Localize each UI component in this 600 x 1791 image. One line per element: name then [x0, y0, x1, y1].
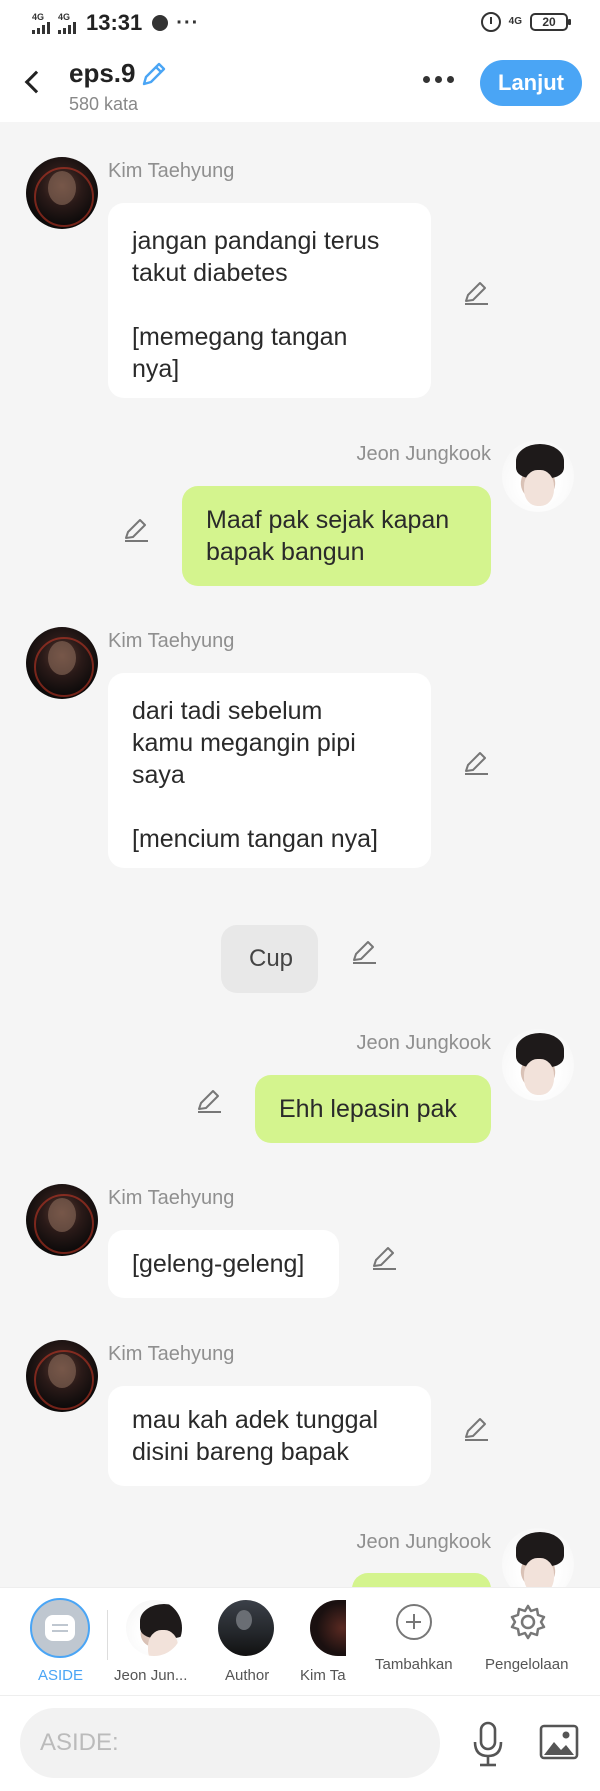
character-label: Author [225, 1667, 270, 1684]
character-avatar-author[interactable] [218, 1600, 274, 1656]
leaf-icon [152, 15, 169, 31]
edit-message-icon[interactable] [349, 936, 379, 966]
message-bubble[interactable]: jangan pandangi terus takut diabetes [me… [108, 203, 431, 398]
edit-message-icon[interactable] [121, 514, 151, 544]
edit-title-icon[interactable] [138, 58, 170, 90]
signal-2-label: 4G [58, 11, 71, 22]
network-4g-label: 4G [508, 16, 522, 27]
gear-icon [510, 1604, 546, 1640]
speaker-name: Kim Taehyung [108, 160, 235, 182]
edit-message-icon[interactable] [461, 1413, 491, 1443]
avatar-jeon-jungkook[interactable] [502, 1029, 574, 1101]
aside-input[interactable] [20, 1708, 440, 1778]
avatar-kim-taehyung[interactable] [26, 627, 98, 699]
character-label: Jeon Jun... [114, 1667, 188, 1684]
input-bar [0, 1695, 600, 1791]
status-bar: 4G 4G 13:31 ··· 4G 20 [0, 0, 600, 46]
plus-circle-icon [396, 1604, 432, 1640]
manage-label: Pengelolaan [485, 1656, 569, 1673]
more-dot-icon [434, 75, 442, 83]
edit-message-icon[interactable] [369, 1242, 399, 1272]
character-selector-bar: ASIDE Jeon Jun... Author Kim Ta Tambahka… [0, 1587, 600, 1696]
speaker-name: Jeon Jungkook [356, 1032, 491, 1054]
alarm-icon [480, 12, 501, 32]
add-label: Tambahkan [375, 1656, 453, 1673]
edit-message-icon[interactable] [461, 277, 491, 307]
more-options-button[interactable] [416, 64, 460, 94]
more-notifications-icon: ··· [176, 11, 200, 34]
scroll-fade [346, 1588, 350, 1696]
next-button[interactable]: Lanjut [480, 60, 582, 106]
battery-level: 20 [542, 15, 556, 29]
edit-message-icon[interactable] [194, 1085, 224, 1115]
character-avatar-jeon-jungkook[interactable] [126, 1600, 182, 1656]
status-time: 13:31 [86, 10, 143, 35]
signal-strength-1: 4G [32, 11, 50, 34]
speaker-name: Kim Taehyung [108, 630, 235, 652]
chevron-left-icon [24, 70, 48, 94]
edit-message-icon[interactable] [461, 747, 491, 777]
avatar-jeon-jungkook[interactable] [502, 440, 574, 512]
speaker-name: Kim Taehyung [108, 1187, 235, 1209]
aside-bubble[interactable]: Cup [221, 925, 318, 993]
aside-character-button[interactable] [30, 1598, 90, 1658]
speaker-name: Jeon Jungkook [356, 443, 491, 465]
battery-icon: 20 [530, 13, 571, 31]
message-bubble[interactable]: Ehh lepasin pak [255, 1075, 491, 1143]
image-icon[interactable] [538, 1722, 580, 1762]
avatar-kim-taehyung[interactable] [26, 1184, 98, 1256]
avatar-kim-taehyung[interactable] [26, 1340, 98, 1412]
more-dot-icon [446, 75, 454, 83]
chat-bubble-icon [45, 1615, 75, 1641]
character-avatar-kim-taehyung[interactable] [310, 1600, 346, 1656]
avatar-kim-taehyung[interactable] [26, 157, 98, 229]
microphone-icon[interactable] [468, 1720, 508, 1768]
signal-1-label: 4G [32, 11, 45, 22]
signal-strength-2: 4G [58, 11, 76, 34]
word-count: 580 kata [69, 94, 139, 114]
aside-label: ASIDE [38, 1667, 84, 1684]
message-bubble[interactable]: dari tadi sebelum kamu megangin pipi say… [108, 673, 431, 868]
episode-title: eps.9 [69, 58, 136, 88]
more-dot-icon [422, 75, 430, 83]
speaker-name: Jeon Jungkook [356, 1531, 491, 1553]
message-bubble[interactable]: Maaf pak sejak kapan bapak bangun [182, 486, 491, 586]
speaker-name: Kim Taehyung [108, 1343, 235, 1365]
message-bubble[interactable]: mau kah adek tunggal disini bareng bapak [108, 1386, 431, 1486]
back-button[interactable] [14, 62, 54, 102]
character-label: Kim Ta [300, 1667, 346, 1684]
message-bubble[interactable]: [geleng-geleng] [108, 1230, 339, 1298]
divider [107, 1610, 108, 1660]
header: eps.9 580 kata Lanjut [0, 46, 600, 122]
